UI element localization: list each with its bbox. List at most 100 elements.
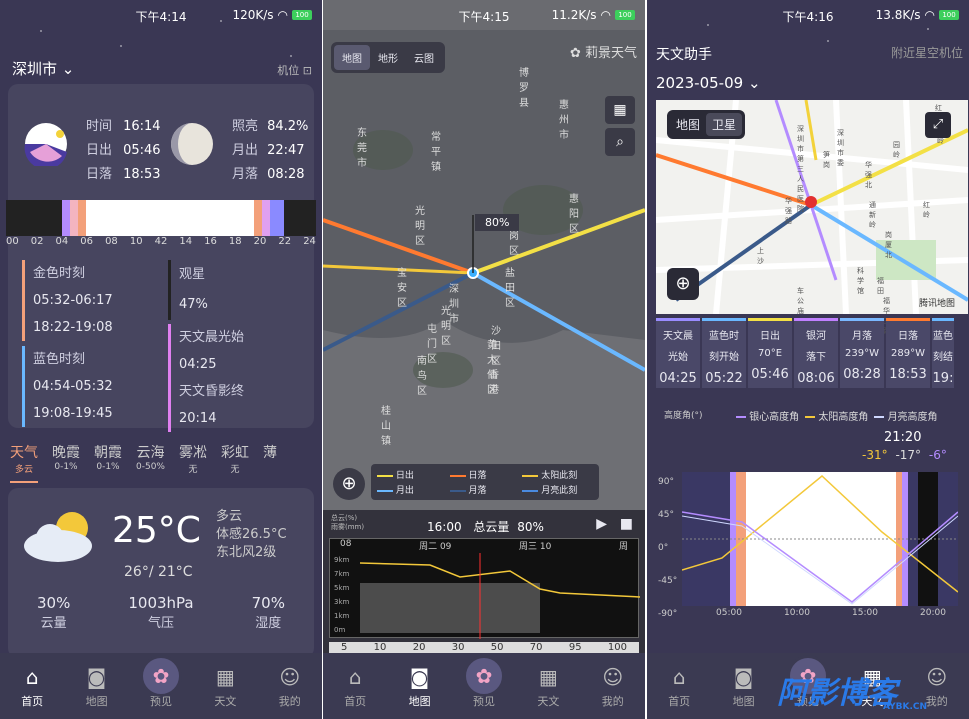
moon-illumination: 84.2% — [267, 119, 309, 134]
fullscreen-button[interactable]: ⤢ — [925, 112, 951, 138]
seeing-value: 47% — [179, 297, 208, 312]
map-canvas[interactable] — [323, 30, 645, 510]
net-speed: 13.8K/s — [875, 8, 921, 22]
cloud-label: 云量 — [40, 616, 67, 631]
app-logo: ✿ 莉景天气 — [569, 46, 637, 61]
status-bar: 下午4:15 11.2K/s ◠ 100 — [323, 8, 645, 26]
sunrise-label: 日出 — [86, 143, 113, 158]
phone-map: 下午4:15 11.2K/s ◠ 100 博罗县 惠州市 东莞市 常平镇 惠阳区 光… — [323, 0, 645, 719]
status-bar: 下午4:16 13.8K/s ◠ 100 — [647, 8, 969, 26]
nav-astro[interactable]: ▦ 天文 — [523, 665, 573, 709]
nav-home[interactable]: ⌂ 首页 — [654, 665, 704, 709]
dusk-label: 天文昏影终 — [179, 384, 245, 399]
tab-weather[interactable]: 天气 多云 — [10, 442, 38, 483]
golden-evening: 18:22-19:08 — [33, 320, 113, 335]
total-cloud-value: 80% — [517, 520, 544, 534]
altitude-chart: 高度角(°) 银心高度角 太阳高度角 月亮高度角 21:20 -31° -17°… — [656, 400, 962, 620]
moonset-time: 08:28 — [267, 167, 305, 182]
humidity-label: 湿度 — [255, 616, 282, 631]
tab-cloud[interactable]: 云图 — [406, 45, 442, 70]
timeline-ticks: 00 02 04 06 08 10 42 14 16 18 20 22 24 — [6, 236, 316, 247]
chart-legend: 银心高度角 太阳高度角 月亮高度角 — [736, 408, 938, 423]
tab-rime[interactable]: 雾凇无 — [179, 442, 207, 483]
chart-time: 21:20 — [884, 430, 922, 445]
nav-map[interactable]: ◙ 地图 — [395, 665, 445, 709]
flower-icon[interactable]: ✿ — [463, 655, 505, 697]
bottom-nav: ⌂ 首页 ◙ 地图 预见 ▦ 天文 ☺ 我的 ✿ — [0, 653, 322, 719]
event-col: 日出 70°E 05:46 — [748, 318, 792, 388]
play-button[interactable]: ▶ — [596, 516, 607, 532]
day-timeline-bar[interactable] — [6, 200, 316, 236]
temp-range: 26°/ 21°C — [124, 564, 193, 580]
locate-button[interactable]: ⊕ — [667, 268, 699, 300]
golden-hour-label: 金色时刻 — [33, 266, 86, 281]
tab-rainbow[interactable]: 彩虹无 — [221, 442, 249, 483]
tab-cloud-sea[interactable]: 云海 0-50% — [136, 442, 165, 483]
city-selector[interactable]: 深圳市 ⌄ — [12, 58, 74, 79]
pressure-label: 气压 — [147, 616, 174, 631]
moon-phase-icon — [171, 123, 213, 165]
phone-home: 下午4:14 120K/s ◠ 100 深圳市 ⌄ 机位 ⊡ 时间 16:14 日出… — [0, 0, 322, 719]
temperature: 25°C — [112, 510, 201, 551]
flag-percent: 80% — [475, 214, 520, 231]
nearby-spots-link[interactable]: 附近星空机位 — [891, 44, 963, 61]
bottom-nav: ⌂ 首页 ◙ 地图 预见 ▦ 天文 ☺ 我的 ✿ — [323, 653, 645, 719]
wifi-icon: ◠ — [277, 8, 288, 22]
locate-button[interactable]: 机位 ⊡ — [277, 62, 312, 78]
crosshair-icon: ⊕ — [341, 473, 357, 494]
tab-satellite[interactable]: 卫星 — [706, 113, 743, 136]
watermark-url: AYBK.CN — [883, 702, 928, 712]
tab-fog[interactable]: 薄 — [263, 442, 277, 483]
line-legend: 日出 日落 太阳此刻 月出 月落 月亮此刻 — [371, 464, 599, 500]
nav-home[interactable]: ⌂ 首页 — [7, 665, 57, 709]
camera-icon: ◙ — [86, 665, 107, 689]
moonrise-time: 22:47 — [267, 143, 305, 158]
crosshair-icon: ⊕ — [675, 273, 691, 294]
tab-sunset-glow[interactable]: 晚霞 0-1% — [52, 442, 80, 483]
cloudy-icon — [24, 512, 92, 562]
moonlight-label: 照亮 — [232, 119, 259, 134]
flower-icon[interactable]: ✿ — [140, 655, 182, 697]
search-button[interactable]: ⌕ — [605, 128, 635, 156]
nav-map[interactable]: ◙ 地图 — [719, 665, 769, 709]
stop-button[interactable]: ■ — [620, 516, 633, 532]
camera-icon: ◙ — [409, 665, 430, 689]
blue-hour: 蓝色时刻 04:54-05:32 19:08-19:45 — [22, 346, 113, 427]
date-selector[interactable]: 2023-05-09 ⌄ — [656, 74, 761, 92]
search-icon: ⌕ — [616, 134, 624, 150]
seeing: 观星 47% — [168, 260, 208, 320]
wifi-icon: ◠ — [600, 8, 611, 22]
golden-morning: 05:32-06:17 — [33, 293, 113, 308]
cloud-cover: 30% — [37, 594, 71, 612]
locate-button[interactable]: ⊕ — [333, 468, 365, 500]
chevron-down-icon: ⌄ — [747, 74, 761, 92]
dawn-label: 天文晨光始 — [179, 330, 245, 345]
cloud-panel: 总云(%) 雨雾(mm) 16:00 总云量 80% ▶ ■ 08 周二 09 周三 … — [323, 510, 645, 660]
wifi-icon: ◠ — [924, 8, 935, 22]
battery-icon: 100 — [939, 10, 959, 20]
nav-map[interactable]: ◙ 地图 — [72, 665, 122, 709]
tab-sunrise-glow[interactable]: 朝霞 0-1% — [94, 442, 122, 483]
wind: 东北风2级 — [216, 545, 277, 560]
tab-terrain[interactable]: 地形 — [370, 45, 406, 70]
nav-me[interactable]: ☺ 我的 — [588, 665, 638, 709]
tab-map[interactable]: 地图 — [334, 45, 370, 70]
tab-map[interactable]: 地图 — [670, 113, 706, 136]
battery-icon: 100 — [615, 10, 635, 20]
nav-home[interactable]: ⌂ 首页 — [330, 665, 380, 709]
net-speed: 120K/s — [232, 8, 274, 22]
pressure: 1003hPa — [128, 594, 194, 612]
status-bar: 下午4:14 120K/s ◠ 100 — [0, 8, 322, 26]
dusk-value: 20:14 — [179, 411, 217, 426]
layers-button[interactable]: ▦ — [605, 96, 635, 124]
current-time: 16:14 — [123, 119, 161, 134]
weather-condition: 多云 — [216, 509, 243, 524]
dawn-value: 04:25 — [179, 357, 217, 372]
astro-twilight: 天文晨光始 04:25 天文昏影终 20:14 — [168, 324, 244, 432]
feels-like: 体感26.5°C — [216, 527, 287, 542]
nav-astro[interactable]: ▦ 天文 — [200, 665, 250, 709]
chart-ylabel: 高度角(°) — [664, 411, 703, 421]
locate-label: 机位 — [277, 64, 300, 77]
net-speed: 11.2K/s — [551, 8, 597, 22]
nav-me[interactable]: ☺ 我的 — [265, 665, 315, 709]
